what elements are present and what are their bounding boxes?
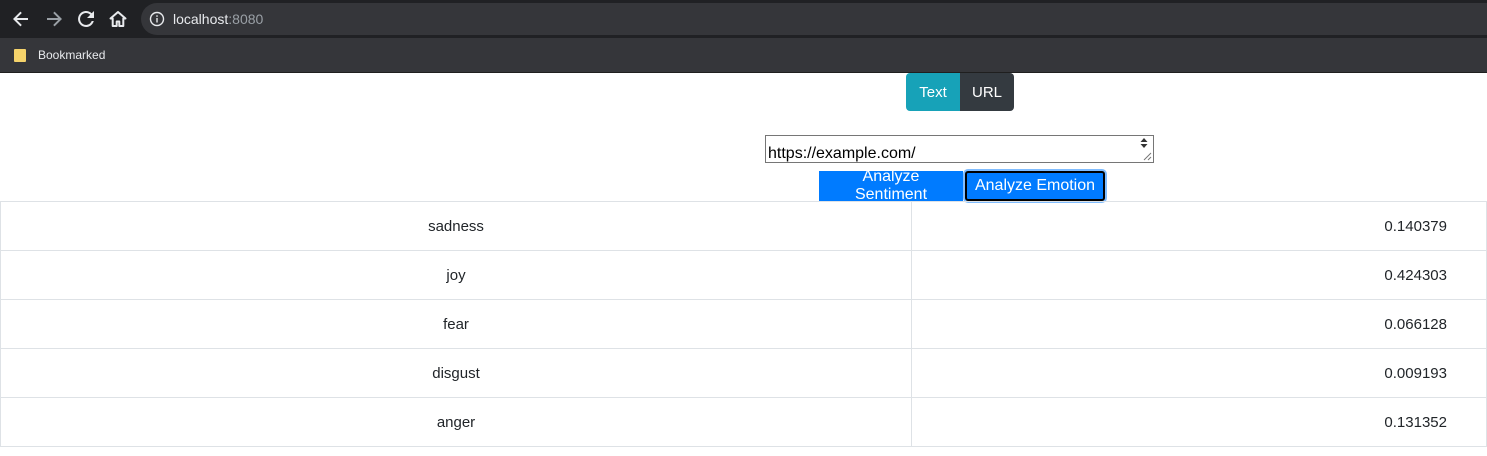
table-row: joy 0.424303 <box>0 250 1487 300</box>
bookmark-folder[interactable]: Bookmarked <box>14 45 105 65</box>
table-row: fear 0.066128 <box>0 299 1487 349</box>
mode-toggle: Text URL <box>906 73 1014 111</box>
emotion-name-cell: fear <box>0 299 912 349</box>
forward-arrow-icon[interactable] <box>42 7 66 31</box>
emotion-name-cell: disgust <box>0 348 912 398</box>
url-host: localhost <box>173 11 229 27</box>
emotion-name-cell: anger <box>0 397 912 447</box>
emotion-score-cell: 0.066128 <box>911 299 1487 349</box>
text-mode-button[interactable]: Text <box>906 73 960 111</box>
url-input-value: https://example.com/ <box>768 145 916 162</box>
url-input[interactable]: https://example.com/ <box>765 135 1154 163</box>
bookmark-label: Bookmarked <box>38 48 106 62</box>
url-text: localhost:8080 <box>173 10 263 28</box>
reload-icon[interactable] <box>74 7 98 31</box>
folder-icon <box>14 48 26 62</box>
spinner-arrows-icon[interactable] <box>1139 137 1149 149</box>
emotion-name-cell: sadness <box>0 201 912 251</box>
resize-grip-icon[interactable] <box>1142 151 1152 161</box>
table-row: sadness 0.140379 <box>0 201 1487 251</box>
emotion-score-cell: 0.009193 <box>911 348 1487 398</box>
url-mode-button[interactable]: URL <box>960 73 1014 111</box>
emotion-results-table: sadness 0.140379 joy 0.424303 fear 0.066128 di… <box>0 201 1487 447</box>
bookmarks-bar: Bookmarked <box>0 38 1487 73</box>
url-port: :8080 <box>228 11 264 27</box>
analyze-sentiment-button[interactable]: Analyze Sentiment <box>819 168 963 203</box>
home-icon[interactable] <box>106 7 130 31</box>
analyze-emotion-button[interactable]: Analyze Emotion <box>965 171 1105 201</box>
action-buttons: Analyze Sentiment Analyze Emotion <box>819 168 1105 203</box>
back-arrow-icon[interactable] <box>9 7 33 31</box>
info-icon[interactable] <box>149 11 165 27</box>
address-bar[interactable]: localhost:8080 <box>141 3 1487 35</box>
emotion-score-cell: 0.140379 <box>911 201 1487 251</box>
emotion-score-cell: 0.131352 <box>911 397 1487 447</box>
table-row: anger 0.131352 <box>0 397 1487 447</box>
emotion-name-cell: joy <box>0 250 912 300</box>
emotion-score-cell: 0.424303 <box>911 250 1487 300</box>
table-row: disgust 0.009193 <box>0 348 1487 398</box>
page-content: Text URL https://example.com/ Analyze Se… <box>0 73 1487 456</box>
browser-toolbar: localhost:8080 <box>0 0 1487 38</box>
